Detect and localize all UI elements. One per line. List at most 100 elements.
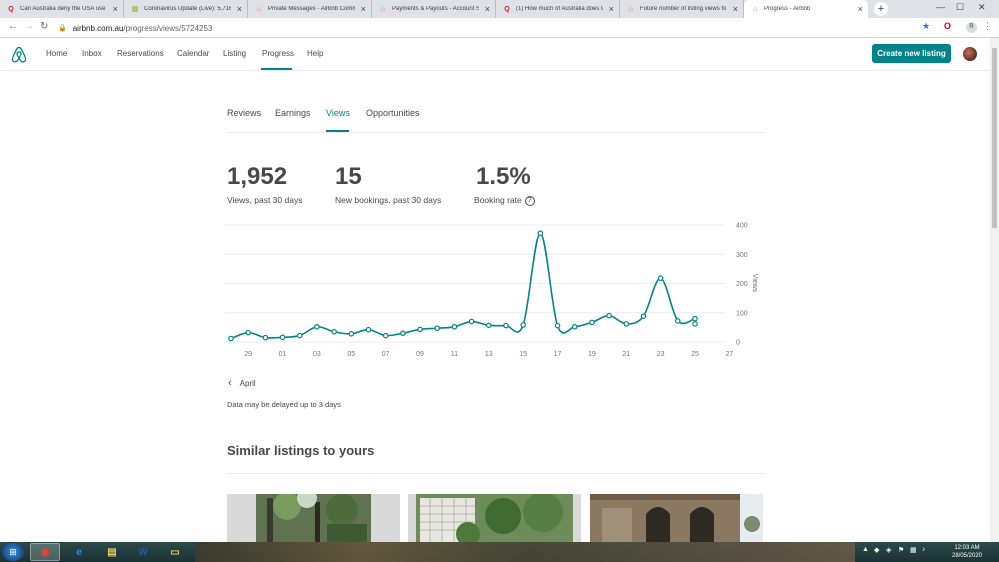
back-icon[interactable]: ← <box>8 21 18 32</box>
page-scrollbar-thumb[interactable] <box>992 48 997 228</box>
x-tick-label: 15 <box>519 351 527 358</box>
reload-icon[interactable]: ↻ <box>40 21 48 32</box>
help-icon[interactable]: ? <box>524 195 535 206</box>
avatar[interactable] <box>963 47 977 61</box>
minimize-icon[interactable]: — <box>936 2 945 12</box>
similar-listing-card[interactable] <box>590 494 763 542</box>
close-tab-icon[interactable]: × <box>361 4 366 14</box>
data-point <box>571 323 578 330</box>
clock-date: 28/05/2020 <box>951 553 983 559</box>
close-icon[interactable]: ✕ <box>978 2 986 13</box>
browser-tab[interactable]: ▥ Coronavirus Update (Live): 5,716, × <box>124 0 248 18</box>
airbnb-header: Home Inbox Reservations Calendar Listing… <box>0 38 990 71</box>
volume-icon[interactable]: ♪ <box>922 546 926 553</box>
y-axis-label: Views <box>751 274 758 293</box>
nav-progress[interactable]: Progress <box>262 49 294 58</box>
menu-kebab-icon[interactable]: ⋮ <box>983 21 992 32</box>
x-tick-label: 09 <box>416 351 424 358</box>
browser-tab[interactable]: ⌂ Payments & Payouts - Account Se × <box>372 0 496 18</box>
active-tab-indicator <box>326 130 349 132</box>
folder-icon[interactable]: ▭ <box>160 543 190 561</box>
tab-reviews[interactable]: Reviews <box>227 108 261 118</box>
airbnb-icon: ⌂ <box>380 5 386 13</box>
data-point <box>314 323 320 330</box>
forward-icon[interactable]: → <box>24 21 34 32</box>
data-point <box>331 328 337 335</box>
file-explorer-icon[interactable]: ▤ <box>97 543 127 561</box>
views-chart: 0 100 200 300 400 Views 29 01 03 05 07 09 11 13 15 17 19… <box>225 223 758 358</box>
data-point <box>520 322 526 328</box>
x-tick-label: 25 <box>691 351 699 358</box>
windows-start-icon[interactable]: ⊞ <box>2 543 24 561</box>
network-icon[interactable]: ▦ <box>910 546 917 554</box>
data-point <box>228 335 234 342</box>
x-tick-label: 05 <box>347 351 355 358</box>
show-hidden-icons-icon[interactable]: ▲ <box>862 546 869 553</box>
word-icon[interactable]: W <box>128 543 158 561</box>
nav-listing[interactable]: Listing <box>223 49 246 58</box>
airbnb-icon: ⌂ <box>256 5 262 13</box>
data-point <box>554 322 561 329</box>
chrome-icon[interactable]: ◉ <box>30 543 60 561</box>
nav-reservations[interactable]: Reservations <box>117 49 164 58</box>
close-tab-icon[interactable]: × <box>237 4 242 14</box>
opera-extension-icon[interactable]: O <box>944 21 951 31</box>
nav-inbox[interactable]: Inbox <box>82 49 102 58</box>
browser-tab[interactable]: Q (1) How much of Australia does C × <box>496 0 620 18</box>
similar-divider <box>227 473 765 474</box>
data-point <box>503 322 509 329</box>
close-tab-icon[interactable]: × <box>113 4 118 14</box>
data-delay-note: Data may be delayed up to 3 days <box>227 400 341 409</box>
x-tick-label: 11 <box>451 351 458 358</box>
address-bar[interactable]: 🔒 airbnb.com.au/progress/views/5724253 <box>58 20 978 36</box>
data-point <box>485 322 492 329</box>
url-host: airbnb.com.au <box>72 23 124 33</box>
internet-explorer-icon[interactable]: e <box>64 543 94 561</box>
data-point <box>296 332 303 339</box>
airbnb-icon: ⌂ <box>752 5 758 13</box>
listing-photo <box>408 494 581 542</box>
tray-shield-icon[interactable]: ◈ <box>886 546 891 554</box>
data-point <box>537 230 544 236</box>
browser-tab-title: Can Australia deny the USA use o <box>20 6 107 12</box>
nav-help[interactable]: Help <box>307 49 323 58</box>
maximize-icon[interactable]: ☐ <box>956 2 964 13</box>
data-point <box>434 325 441 332</box>
nav-calendar[interactable]: Calendar <box>177 49 209 58</box>
browser-tab-title: Payments & Payouts - Account Se <box>392 6 479 12</box>
bookmark-star-icon[interactable]: ★ <box>922 21 930 32</box>
data-point <box>262 334 269 341</box>
x-tick-label: 07 <box>382 351 390 358</box>
close-tab-icon[interactable]: × <box>858 4 863 14</box>
x-tick-label: 23 <box>657 351 665 358</box>
x-tick-label: 01 <box>279 351 287 358</box>
nav-home[interactable]: Home <box>46 49 67 58</box>
close-tab-icon[interactable]: × <box>733 4 738 14</box>
listing-photo <box>227 494 400 542</box>
similar-listing-card[interactable] <box>227 494 400 542</box>
browser-tab[interactable]: Q Can Australia deny the USA use o × <box>0 0 124 18</box>
create-new-listing-button[interactable]: Create new listing <box>872 44 951 63</box>
tray-flag-icon[interactable]: ⚑ <box>898 546 904 554</box>
y-tick-label: 0 <box>736 340 740 347</box>
airbnb-logo-icon[interactable] <box>11 46 27 63</box>
tab-opportunities[interactable]: Opportunities <box>366 108 420 118</box>
system-clock[interactable]: 12:03 AM 28/05/2020 <box>937 544 997 560</box>
data-point <box>348 331 355 337</box>
previous-month-link[interactable]: ‹ April <box>228 377 256 389</box>
tray-app-icon[interactable]: ◆ <box>874 546 879 554</box>
data-point <box>279 334 286 341</box>
browser-toolbar: ← → ↻ 🔒 airbnb.com.au/progress/views/572… <box>0 18 999 38</box>
profile-icon[interactable]: R <box>966 22 977 33</box>
browser-tab[interactable]: ⌂ Private Messages - Airbnb Comm × <box>248 0 372 18</box>
close-tab-icon[interactable]: × <box>609 4 614 14</box>
quora-icon: Q <box>8 5 14 13</box>
new-tab-button[interactable]: + <box>874 2 888 16</box>
browser-tab[interactable]: ⌂ Future number of listing views fo × <box>620 0 744 18</box>
close-tab-icon[interactable]: × <box>485 4 490 14</box>
similar-listing-card[interactable] <box>408 494 581 542</box>
lock-icon: 🔒 <box>58 25 67 32</box>
tab-earnings[interactable]: Earnings <box>275 108 311 118</box>
browser-tab[interactable]: ⌂ Progress - Airbnb × <box>744 0 868 18</box>
tab-views[interactable]: Views <box>326 108 350 118</box>
